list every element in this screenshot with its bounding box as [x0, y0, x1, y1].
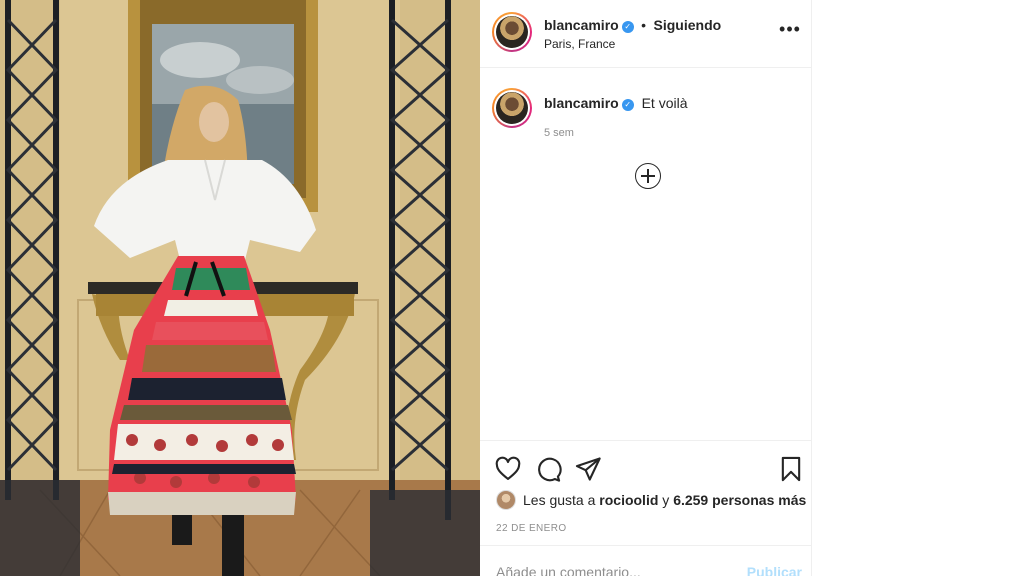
post-details-panel: blancamiro ✓ • Siguiendo Paris, France ••… — [480, 0, 812, 576]
liker-avatar[interactable] — [496, 490, 516, 510]
liker-username[interactable]: rocioolid — [599, 492, 658, 508]
comment-input[interactable] — [496, 562, 736, 576]
post-actions: Les gusta a rocioolid y 6.259 personas m… — [480, 440, 812, 576]
header-separator: • — [641, 17, 647, 33]
publish-button[interactable]: Publicar — [747, 564, 802, 576]
comment-icon[interactable] — [534, 455, 562, 483]
add-comment-bar: Publicar — [480, 545, 812, 576]
bookmark-icon[interactable] — [777, 455, 805, 483]
following-button[interactable]: Siguiendo — [654, 17, 722, 33]
likes-count[interactable]: 6.259 personas más — [673, 492, 806, 508]
caption-text: Et voilà — [641, 95, 688, 111]
post-photo[interactable] — [0, 0, 480, 576]
verified-badge-icon: ✓ — [621, 21, 634, 33]
likes-summary: Les gusta a rocioolid y 6.259 personas m… — [496, 490, 806, 510]
paper-plane-icon[interactable] — [574, 455, 602, 483]
page-background — [812, 0, 1024, 576]
post-location[interactable]: Paris, France — [544, 37, 615, 51]
likes-connector: y — [662, 492, 670, 508]
post-date[interactable]: 22 DE ENERO — [496, 523, 567, 534]
heart-icon[interactable] — [494, 455, 522, 483]
post-photo-illustration — [0, 0, 480, 576]
caption-author-avatar[interactable] — [492, 88, 532, 128]
more-options-button[interactable]: ••• — [778, 20, 802, 42]
caption-timestamp[interactable]: 5 sem — [544, 127, 574, 139]
load-more-comments-icon[interactable] — [635, 163, 661, 189]
header-title-row: blancamiro ✓ • Siguiendo — [544, 17, 721, 35]
author-username[interactable]: blancamiro — [544, 17, 619, 33]
post-header: blancamiro ✓ • Siguiendo Paris, France ••… — [480, 0, 812, 68]
caption-username[interactable]: blancamiro — [544, 95, 619, 111]
verified-badge-icon: ✓ — [621, 99, 634, 111]
author-avatar[interactable] — [492, 12, 532, 52]
caption-line: blancamiro ✓ Et voilà — [544, 95, 688, 111]
likes-prefix: Les gusta a — [523, 492, 596, 508]
